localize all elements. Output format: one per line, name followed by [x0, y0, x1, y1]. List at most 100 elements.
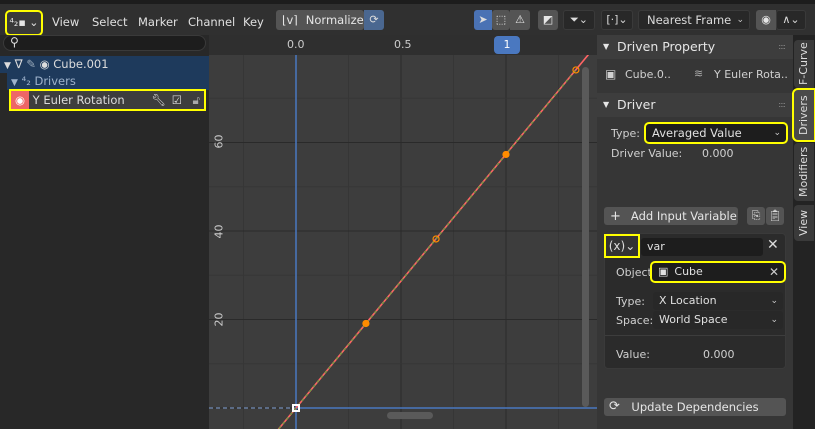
- copy-variables-button[interactable]: ⎘: [747, 207, 765, 225]
- dashed-box-icon: ⬚: [495, 13, 507, 26]
- tab-drivers[interactable]: Drivers: [792, 88, 815, 142]
- plus-icon: +: [610, 209, 621, 224]
- driven-property-header[interactable]: ▼ Driven Property::::: [597, 35, 793, 59]
- driven-property: Y Euler Rota..: [714, 68, 788, 81]
- horizontal-scrollbar[interactable]: [387, 412, 433, 419]
- show-hidden-toggle[interactable]: ⬚: [492, 10, 510, 30]
- chevron-down-icon: ⌄: [770, 315, 778, 325]
- falloff-curve-icon: ∧⌄: [782, 13, 800, 26]
- add-variable-label: Add Input Variable: [630, 209, 737, 223]
- header-bar: ⁴₂▪ ⌄ View Select Marker Channel Key ⌊v⌉…: [0, 0, 815, 36]
- chevron-down-icon: ⌄: [770, 296, 778, 306]
- menu-marker[interactable]: Marker: [138, 12, 178, 32]
- mesh-icon: ∇: [14, 57, 23, 71]
- menu-view[interactable]: View: [52, 12, 79, 32]
- wrench-icon[interactable]: 🔧︎: [151, 91, 166, 109]
- editor-type-button[interactable]: ⁴₂▪ ⌄: [5, 10, 43, 36]
- transform-type-dropdown[interactable]: X Location ⌄: [653, 292, 783, 310]
- view-toggle-button[interactable]: ◩: [538, 10, 558, 30]
- graph-canvas[interactable]: [209, 55, 597, 429]
- collapse-triangle-icon: ▼: [603, 42, 610, 51]
- tab-fcurve[interactable]: F-Curve: [794, 40, 814, 88]
- tab-view[interactable]: View: [794, 205, 814, 241]
- warning-icon: ⚠: [515, 13, 525, 26]
- vertical-scrollbar[interactable]: [582, 67, 589, 407]
- filter-icon: ⏷⌄: [569, 13, 589, 26]
- x-axis-ruler[interactable]: 0.0 0.5 1: [209, 35, 597, 55]
- driven-object: Cube.0..: [625, 68, 671, 81]
- only-errors-toggle[interactable]: ⚠: [510, 10, 530, 30]
- type-label: Type:: [611, 127, 640, 140]
- channel-list: ⚲ ▼ ∇ ✎ ◉ Cube.001 ▼ ⁴₂ Drivers ◉ Y Eule…: [0, 35, 209, 429]
- space-dropdown[interactable]: World Space ⌄: [653, 311, 783, 329]
- driver-header[interactable]: ▼ Driver::::: [597, 93, 793, 117]
- channel-object[interactable]: ▼ ∇ ✎ ◉ Cube.001: [0, 56, 209, 73]
- tab-modifiers[interactable]: Modifiers: [794, 143, 814, 201]
- drag-grip-icon[interactable]: ::::: [778, 35, 786, 59]
- keyframe-point: [502, 150, 510, 159]
- normalize-icon: ⌊v⌉: [282, 13, 298, 27]
- space-label: Space:: [616, 314, 654, 327]
- clear-icon[interactable]: ✕: [769, 263, 779, 281]
- eye-icon[interactable]: ◉: [40, 57, 50, 71]
- y-tick-label: 20: [212, 312, 226, 327]
- eye-icon[interactable]: ◉: [11, 91, 29, 109]
- add-input-variable-button[interactable]: + Add Input Variable: [604, 207, 738, 225]
- single-property-icon: (x): [608, 239, 626, 253]
- fcurve-channel[interactable]: ◉ Y Euler Rotation 🔧︎ ☑ 🔓︎: [9, 89, 206, 111]
- sidebar-tabs: F-Curve Drivers Modifiers View: [792, 35, 815, 429]
- update-label: Update Dependencies: [631, 400, 759, 414]
- y-tick-label: 60: [212, 134, 226, 149]
- normalize-label: Normalize: [305, 13, 364, 27]
- variable-box: (x)⌄ var ✕ Object ▣ Cube ✕ Type: X Locatio…: [604, 233, 786, 369]
- lock-icon[interactable]: 🔓︎: [193, 91, 200, 109]
- object-name: Cube.001: [53, 57, 109, 71]
- filter-dropdown[interactable]: ⏷⌄: [563, 10, 595, 30]
- paste-icon: 📋︎: [768, 209, 782, 222]
- refresh-icon: ⟳: [609, 399, 620, 414]
- menu-channel[interactable]: Channel: [188, 12, 235, 32]
- driver-graph[interactable]: 60 40 20: [209, 55, 597, 429]
- only-selected-toggle[interactable]: ➤: [474, 10, 492, 30]
- proportional-edit-toggle[interactable]: ◉: [756, 10, 776, 30]
- expand-triangle-icon: ▼: [4, 61, 11, 71]
- current-frame-indicator[interactable]: 1: [494, 36, 520, 54]
- chevron-down-icon: ⌄: [736, 15, 744, 25]
- panel-title: Driven Property: [617, 39, 716, 54]
- channel-group-drivers[interactable]: ▼ ⁴₂ Drivers: [7, 73, 209, 90]
- channel-search-input[interactable]: ⚲: [3, 35, 206, 51]
- paste-variables-button[interactable]: 📋︎: [766, 207, 784, 225]
- menu-key[interactable]: Key: [243, 12, 264, 32]
- object-icon: ▣: [605, 67, 617, 81]
- rotation-icon: ≋: [694, 67, 704, 80]
- falloff-dropdown[interactable]: ∧⌄: [776, 10, 806, 30]
- graph-view-icon: ◩: [542, 13, 554, 26]
- variable-name-input[interactable]: var: [641, 238, 763, 256]
- object-field[interactable]: ▣ Cube ✕: [650, 261, 786, 283]
- variable-name: var: [647, 240, 665, 253]
- keyframe-point: [362, 319, 370, 328]
- normalize-button[interactable]: ⌊v⌉ Normalize: [276, 10, 364, 30]
- drag-grip-icon[interactable]: ::::: [778, 93, 786, 117]
- pivot-dropdown[interactable]: [·]⌄: [601, 10, 633, 30]
- transform-type-label: Type:: [616, 295, 645, 308]
- driven-property-body: ▣ Cube.0.. ≋ Y Euler Rota..: [597, 59, 793, 94]
- y-tick-label: 40: [212, 224, 226, 239]
- update-dependencies-button[interactable]: ⟳ Update Dependencies: [604, 398, 786, 416]
- drivers-editor-icon: ⁴₂▪ ⌄: [9, 16, 39, 29]
- driver-type-dropdown[interactable]: Averaged Value ⌄: [644, 122, 788, 144]
- chevron-down-icon: ⌄: [773, 128, 781, 138]
- remove-variable-icon[interactable]: ✕: [767, 237, 779, 253]
- variable-type-dropdown[interactable]: (x)⌄: [604, 234, 640, 258]
- snapping-dropdown[interactable]: Nearest Frame ⌄: [638, 10, 750, 30]
- snapping-value: Nearest Frame: [647, 13, 732, 27]
- auto-normalize-toggle[interactable]: ⟳: [364, 10, 384, 30]
- menu-select[interactable]: Select: [92, 12, 127, 32]
- checkbox-icon[interactable]: ☑: [172, 91, 182, 109]
- transform-type-value: X Location: [659, 294, 717, 307]
- expand-triangle-icon: ▼: [11, 78, 18, 88]
- group-name: Drivers: [34, 74, 76, 88]
- space-value: World Space: [659, 313, 728, 326]
- variable-value: 0.000: [703, 348, 735, 361]
- fcurve-name: Y Euler Rotation: [32, 93, 125, 107]
